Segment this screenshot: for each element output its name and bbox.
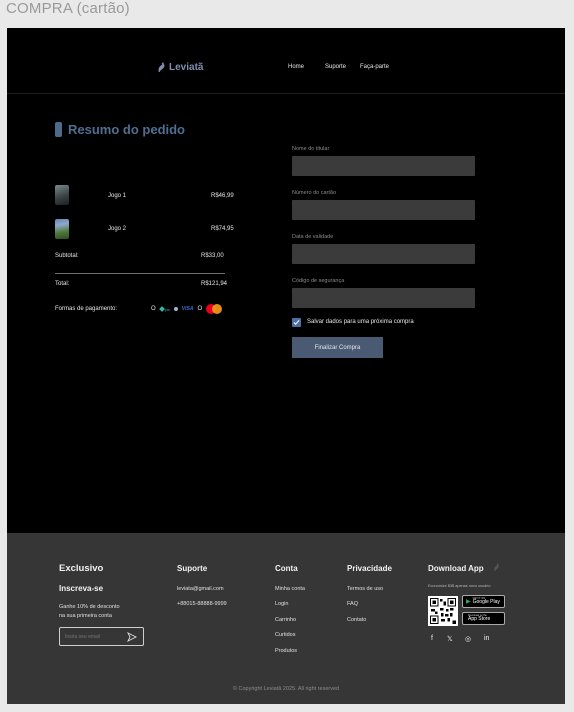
card-number-label: Número do cartão <box>292 190 337 196</box>
footer-account-title: Conta <box>275 564 298 573</box>
linkedin-icon[interactable]: in <box>484 635 489 642</box>
summary-title: Resumo do pedido <box>68 122 185 137</box>
holder-name-input[interactable] <box>292 156 475 176</box>
radio-mastercard[interactable]: O <box>197 306 202 312</box>
check-icon <box>293 319 300 326</box>
site-header: Leviatã Home Suporte Faça-parte <box>7 28 565 94</box>
leviathan-logo-icon <box>158 62 165 72</box>
security-code-input[interactable] <box>292 288 475 308</box>
footer-support-email[interactable]: leviata@gmail.com <box>177 586 224 592</box>
leviathan-logo-icon <box>494 563 499 571</box>
footer-discount-line2: na sua primeira conta <box>59 613 112 619</box>
footer-privacy-title: Privacidade <box>347 564 392 573</box>
item-1-name: Jogo 1 <box>108 193 127 199</box>
footer-link-faq[interactable]: FAQ <box>347 601 358 607</box>
footer-link-cart[interactable]: Carrinho <box>275 617 296 623</box>
logo-text: Leviatã <box>169 62 204 73</box>
nav-home[interactable]: Home <box>288 64 304 70</box>
newsletter-form <box>59 627 144 646</box>
instagram-icon[interactable]: ◎ <box>465 635 471 643</box>
copyright-text: Copyright Leviatã 2025. All right reserv… <box>238 686 340 692</box>
footer-exclusive-title: Exclusivo <box>59 563 104 574</box>
finish-purchase-button[interactable]: Finalizar Compra <box>292 337 383 358</box>
frame-label: COMPRA (cartão) <box>6 0 130 17</box>
game-2-thumbnail <box>55 219 69 239</box>
mastercard-icon <box>206 304 223 314</box>
holder-name-label: Nome do titular <box>292 146 330 152</box>
pix-icon: pix <box>158 306 170 312</box>
google-play-button[interactable]: ▶ GET IT ON Google Play <box>462 595 505 608</box>
radio-pix[interactable]: O <box>151 306 156 312</box>
send-icon[interactable] <box>127 632 137 642</box>
app-store-button[interactable]: Download on the App Store <box>462 612 505 625</box>
footer-link-terms[interactable]: Termos de uso <box>347 586 383 592</box>
expiry-date-input[interactable] <box>292 244 475 264</box>
site-footer: Exclusivo Inscreva-se Ganhe 10% de desco… <box>7 533 565 704</box>
footer-link-contact[interactable]: Contato <box>347 617 366 623</box>
page-canvas: Leviatã Home Suporte Faça-parte Resumo d… <box>7 28 565 704</box>
google-play-icon: ▶ <box>466 599 471 605</box>
nav-support[interactable]: Suporte <box>325 64 346 70</box>
footer-link-liked[interactable]: Curtidos <box>275 632 295 638</box>
app-store-name: App Store <box>468 616 491 623</box>
x-icon[interactable]: 𝕏 <box>447 635 453 643</box>
save-data-label: Salvar dados para uma próxima compra <box>307 319 414 325</box>
footer-app-title: Download App <box>428 564 484 573</box>
save-data-checkbox[interactable] <box>292 318 301 327</box>
total-label: Total: <box>55 281 70 287</box>
card-number-input[interactable] <box>292 200 475 220</box>
footer-support-title: Suporte <box>177 564 208 573</box>
footer-app-note: Economize $3$ apenas novo usuário <box>428 584 491 588</box>
summary-divider <box>55 273 225 274</box>
footer-support-phone: +88015-88888-9999 <box>177 601 227 607</box>
payment-methods: O pix VISA O <box>151 304 223 314</box>
payment-methods-label: Formas de pagamento: <box>55 306 118 312</box>
footer-discount-line1: Ganhe 10% de desconto <box>59 604 120 610</box>
expiry-date-label: Data de validade <box>292 234 334 240</box>
visa-icon: VISA <box>181 306 194 312</box>
item-2-name: Jogo 2 <box>108 226 127 232</box>
google-play-name: Google Play <box>472 599 500 606</box>
facebook-icon[interactable]: f <box>431 635 433 642</box>
nav-join[interactable]: Faça-parte <box>360 64 389 70</box>
subtotal-value: R$33,00 <box>201 253 224 259</box>
item-1-price: R$46,99 <box>211 193 234 199</box>
security-code-label: Código de segurança <box>292 278 345 284</box>
radio-visa-selected[interactable] <box>173 307 178 311</box>
newsletter-email-input[interactable] <box>65 633 120 641</box>
footer-link-my-account[interactable]: Minha conta <box>275 586 305 592</box>
footer-subscribe-title: Inscreva-se <box>59 584 104 593</box>
game-1-thumbnail <box>55 185 69 205</box>
subtotal-label: Subtotal: <box>55 253 79 259</box>
summary-accent-bar <box>55 122 62 137</box>
logo[interactable]: Leviatã <box>157 62 203 73</box>
copyright: © Copyright Leviatã 2025. All right rese… <box>7 686 565 692</box>
footer-link-login[interactable]: Login <box>275 601 288 607</box>
total-value: R$121,94 <box>201 281 228 287</box>
item-2-price: R$74,95 <box>211 226 234 232</box>
qr-code <box>428 596 458 626</box>
footer-link-products[interactable]: Produtos <box>275 648 297 654</box>
